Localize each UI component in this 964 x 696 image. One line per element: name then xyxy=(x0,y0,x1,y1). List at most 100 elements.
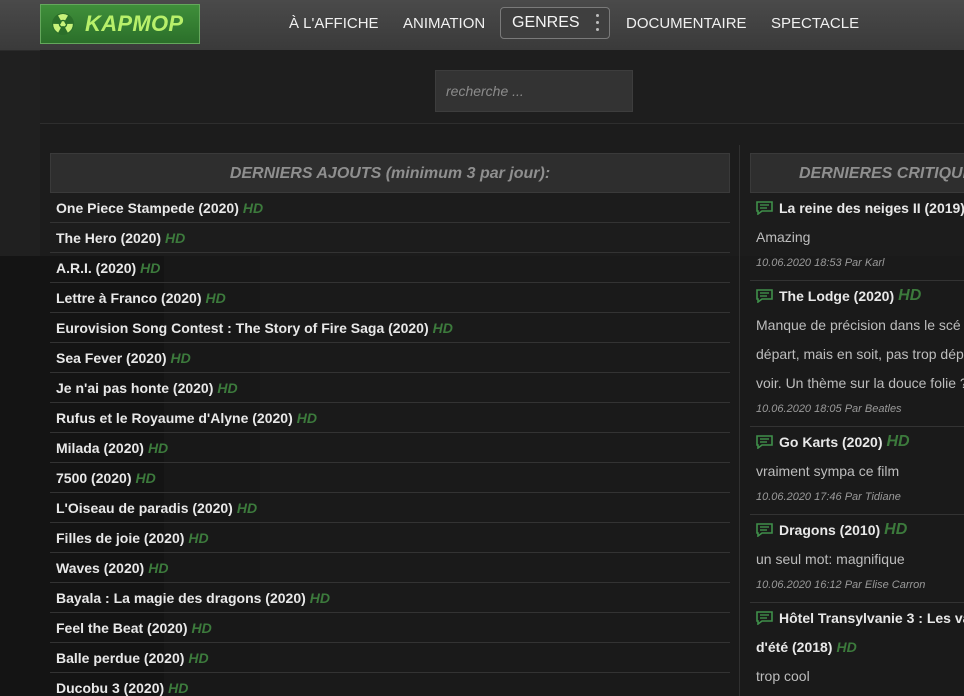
film-title-link[interactable]: Rufus et le Royaume d'Alyne (2020) xyxy=(56,410,293,426)
film-list-item[interactable]: Bayala : La magie des dragons (2020) HD xyxy=(50,583,730,613)
hd-badge: HD xyxy=(140,260,161,276)
review-text: Manque de précision dans le scé xyxy=(756,317,961,333)
nav-item-animation[interactable]: ANIMATION xyxy=(403,0,485,48)
film-title-link[interactable]: Eurovision Song Contest : The Story of F… xyxy=(56,320,429,336)
hd-badge: HD xyxy=(242,200,264,216)
hd-badge: HD xyxy=(309,590,330,606)
nav-item-spectacle[interactable]: SPECTACLE xyxy=(771,0,859,48)
review-film-title[interactable]: Dragons (2010) xyxy=(779,522,880,538)
comment-icon xyxy=(756,289,773,303)
film-list-item[interactable]: Rufus et le Royaume d'Alyne (2020) HD xyxy=(50,403,730,433)
hd-badge: HD xyxy=(147,440,169,456)
review-text: départ, mais en soit, pas trop dép xyxy=(756,346,964,362)
review-item: Dragons (2010) HD un seul mot: magnifique 1… xyxy=(750,515,964,603)
hd-badge: HD xyxy=(168,680,189,696)
film-title-link[interactable]: Je n'ai pas honte (2020) xyxy=(56,380,213,396)
film-title-link[interactable]: The Hero (2020) xyxy=(56,230,161,246)
top-navigation: KAPMOP À L'AFFICHE ANIMATION GENRES DOCU… xyxy=(0,0,964,51)
search-bar xyxy=(40,50,964,124)
film-list-item[interactable]: Je n'ai pas honte (2020) HD xyxy=(50,373,730,403)
latest-additions-panel: DERNIERS AJOUTS (minimum 3 par jour): On… xyxy=(50,153,730,696)
review-film-title-line2: d'été (2018) xyxy=(756,639,833,655)
review-item: Hôtel Transylvanie 3 : Les va d'été (2018… xyxy=(750,603,964,696)
hd-badge: HD xyxy=(205,290,226,306)
film-title-link[interactable]: Feel the Beat (2020) xyxy=(56,620,188,636)
film-list-item[interactable]: Ducobu 3 (2020) HD xyxy=(50,673,730,696)
film-list-item[interactable]: Lettre à Franco (2020) HD xyxy=(50,283,730,313)
comment-icon xyxy=(756,611,773,625)
review-header: Hôtel Transylvanie 3 : Les va xyxy=(756,603,964,633)
film-list-item[interactable]: One Piece Stampede (2020) HD xyxy=(50,193,730,223)
film-title-link[interactable]: Ducobu 3 (2020) xyxy=(56,680,164,696)
hd-badge: HD xyxy=(135,470,156,486)
hd-badge: HD xyxy=(165,230,186,246)
review-text: un seul mot: magnifique xyxy=(756,551,905,567)
film-title-link[interactable]: Bayala : La magie des dragons (2020) xyxy=(56,590,306,606)
logo-text: KAPMOP xyxy=(85,11,184,36)
review-text: trop cool xyxy=(756,668,810,684)
nav-genres-label: GENRES xyxy=(512,14,580,31)
film-title-link[interactable]: 7500 (2020) xyxy=(56,470,132,486)
hd-badge: HD xyxy=(432,320,453,336)
comment-icon xyxy=(756,523,773,537)
film-list-item[interactable]: Feel the Beat (2020) HD xyxy=(50,613,730,643)
film-list-item[interactable]: Eurovision Song Contest : The Story of F… xyxy=(50,313,730,343)
film-title-link[interactable]: A.R.I. (2020) xyxy=(56,260,136,276)
film-title-link[interactable]: Waves (2020) xyxy=(56,560,144,576)
comment-icon xyxy=(756,201,773,215)
review-header: Go Karts (2020) HD xyxy=(756,427,964,457)
hd-badge: HD xyxy=(217,380,238,396)
film-list-item[interactable]: Milada (2020) HD xyxy=(50,433,730,463)
nav-item-documentaire[interactable]: DOCUMENTAIRE xyxy=(626,0,747,48)
nav-genres-dropdown[interactable]: GENRES xyxy=(500,7,610,39)
review-meta: 10.06.2020 18:05 Par Beatles xyxy=(756,403,902,415)
radiation-icon xyxy=(52,13,74,35)
review-film-title[interactable]: Hôtel Transylvanie 3 : Les va xyxy=(779,610,964,626)
review-text: Amazing xyxy=(756,229,811,245)
review-meta: 10.06.2020 16:12 Par Elise Carron xyxy=(756,579,926,591)
site-logo[interactable]: KAPMOP xyxy=(40,4,200,44)
hd-badge: HD xyxy=(236,500,258,516)
review-film-title[interactable]: Go Karts (2020) xyxy=(779,434,882,450)
latest-reviews-heading: DERNIERES CRITIQUES xyxy=(750,153,964,193)
film-list-item[interactable]: Sea Fever (2020) HD xyxy=(50,343,730,373)
review-film-title[interactable]: The Lodge (2020) xyxy=(779,288,894,304)
review-meta: 10.06.2020 17:46 Par Tidiane xyxy=(756,491,901,503)
film-list-item[interactable]: Filles de joie (2020) HD xyxy=(50,523,730,553)
review-film-title-continued[interactable]: d'été (2018) HD xyxy=(756,633,964,662)
comment-icon xyxy=(756,435,773,449)
review-item: La reine des neiges II (2019) Amazing 10.0… xyxy=(750,193,964,281)
latest-additions-heading: DERNIERS AJOUTS (minimum 3 par jour): xyxy=(50,153,730,193)
search-input[interactable] xyxy=(435,70,633,112)
film-title-link[interactable]: L'Oiseau de paradis (2020) xyxy=(56,500,233,516)
review-header: The Lodge (2020) HD xyxy=(756,281,964,311)
hd-badge: HD xyxy=(884,521,908,538)
film-title-link[interactable]: Lettre à Franco (2020) xyxy=(56,290,202,306)
film-title-link[interactable]: One Piece Stampede (2020) xyxy=(56,200,239,216)
review-item: The Lodge (2020) HD Manque de précision da… xyxy=(750,281,964,427)
film-title-link[interactable]: Balle perdue (2020) xyxy=(56,650,184,666)
hd-badge: HD xyxy=(188,650,209,666)
latest-additions-list: One Piece Stampede (2020) HD The Hero (202… xyxy=(50,193,730,696)
hd-badge: HD xyxy=(836,639,857,655)
more-vertical-icon xyxy=(596,14,600,32)
latest-reviews-panel: DERNIERES CRITIQUES La reine des neiges … xyxy=(750,153,964,696)
column-divider xyxy=(739,145,740,696)
film-list-item[interactable]: 7500 (2020) HD xyxy=(50,463,730,493)
hd-badge: HD xyxy=(170,350,191,366)
film-title-link[interactable]: Filles de joie (2020) xyxy=(56,530,184,546)
hd-badge: HD xyxy=(886,433,910,450)
nav-item-a-laffiche[interactable]: À L'AFFICHE xyxy=(289,0,379,48)
film-list-item[interactable]: The Hero (2020) HD xyxy=(50,223,730,253)
film-list-item[interactable]: A.R.I. (2020) HD xyxy=(50,253,730,283)
review-header: Dragons (2010) HD xyxy=(756,515,964,545)
film-title-link[interactable]: Sea Fever (2020) xyxy=(56,350,167,366)
film-title-link[interactable]: Milada (2020) xyxy=(56,440,144,456)
film-list-item[interactable]: L'Oiseau de paradis (2020) HD xyxy=(50,493,730,523)
review-film-title[interactable]: La reine des neiges II (2019) xyxy=(779,200,964,216)
hd-badge: HD xyxy=(148,560,169,576)
film-list-item[interactable]: Waves (2020) HD xyxy=(50,553,730,583)
hd-badge: HD xyxy=(296,410,317,426)
film-list-item[interactable]: Balle perdue (2020) HD xyxy=(50,643,730,673)
review-text: vraiment sympa ce film xyxy=(756,463,900,479)
